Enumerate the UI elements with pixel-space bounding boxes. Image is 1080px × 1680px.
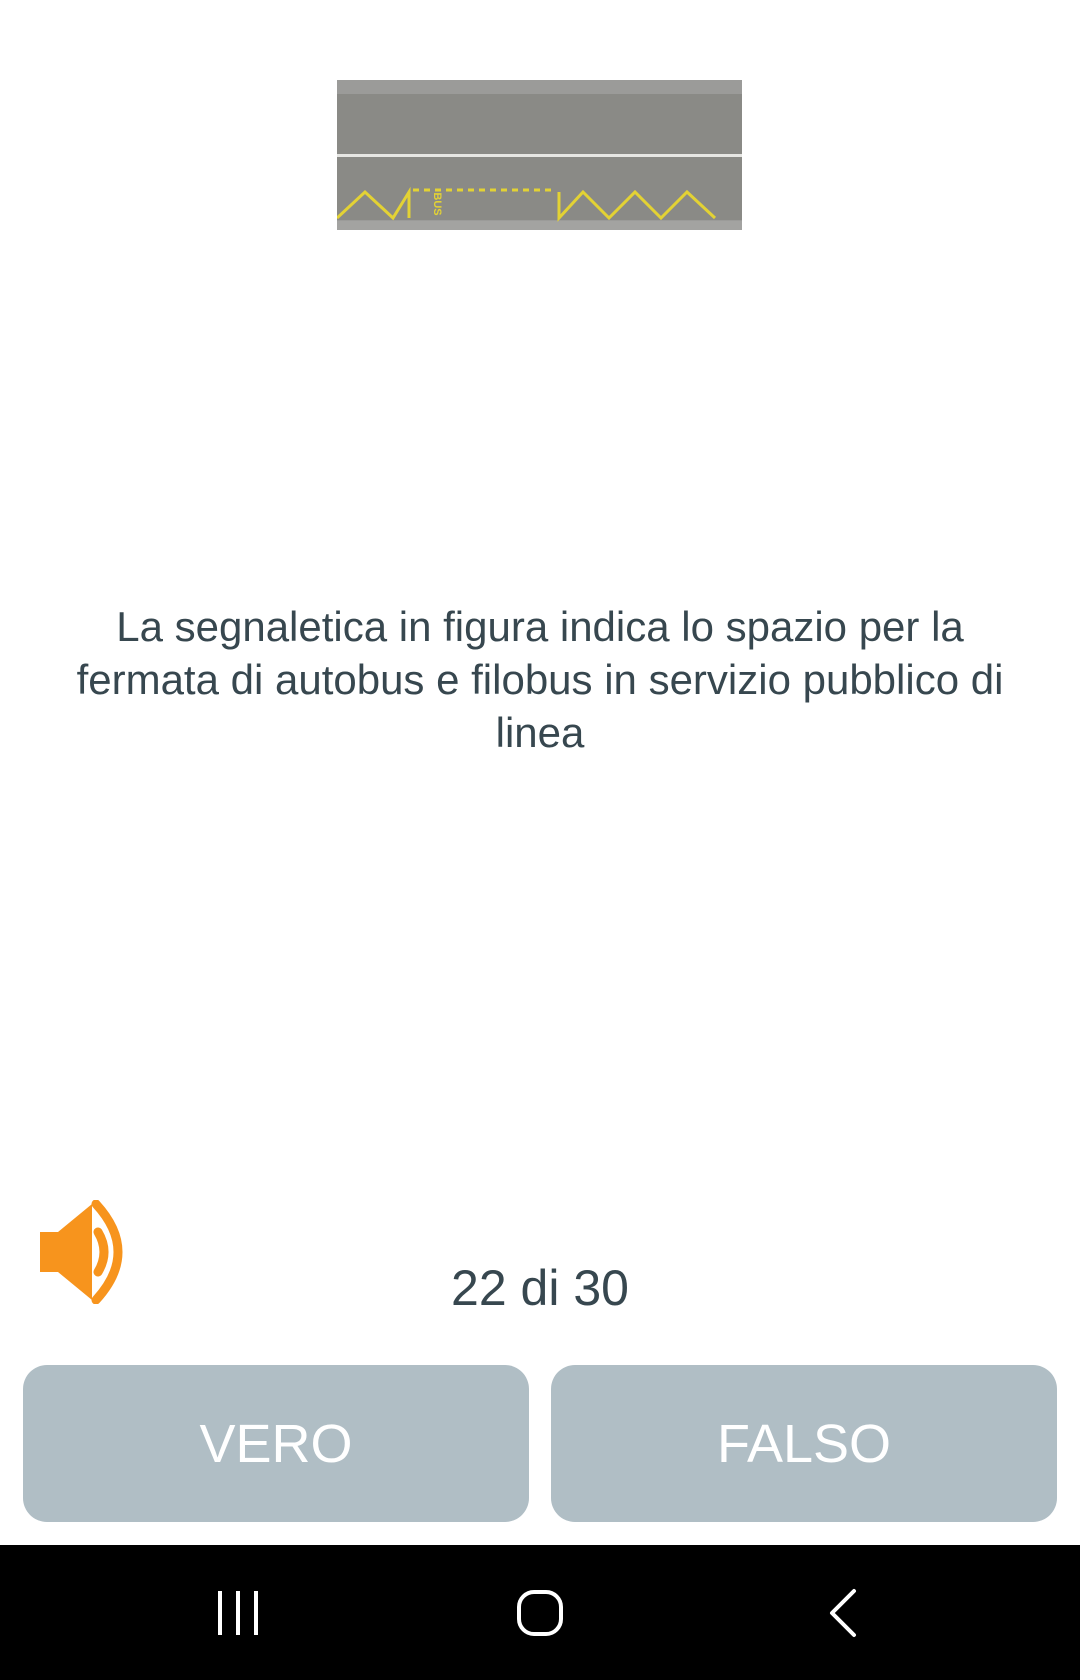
recents-icon: [218, 1590, 258, 1635]
false-button[interactable]: FALSO: [551, 1365, 1057, 1522]
road-marking-image: BUS: [337, 80, 742, 230]
back-icon: [830, 1588, 856, 1637]
true-button[interactable]: VERO: [23, 1365, 529, 1522]
recents-button[interactable]: [138, 1545, 338, 1680]
quiz-screen: BUS La segnaletica in figura indica lo s…: [0, 0, 1080, 1680]
home-icon: [517, 1589, 563, 1636]
bus-marking-text: BUS: [431, 192, 443, 215]
question-counter: 22 di 30: [451, 1260, 629, 1316]
navigation-bar: [0, 1545, 1080, 1680]
question-text: La segnaletica in figura indica lo spazi…: [76, 603, 1004, 756]
home-button[interactable]: [440, 1545, 640, 1680]
back-button[interactable]: [743, 1545, 943, 1680]
